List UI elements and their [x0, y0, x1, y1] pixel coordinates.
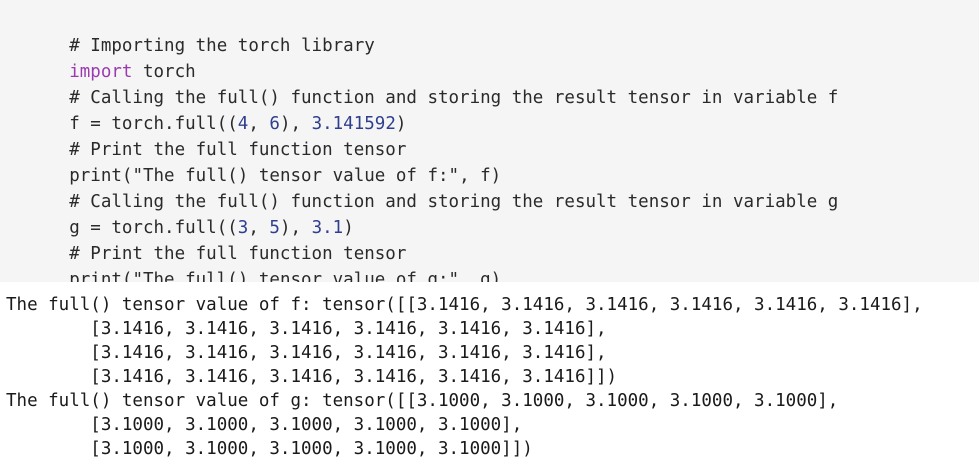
output-text: The full() tensor value of f: tensor([[3…	[6, 293, 923, 461]
code-comment: # Importing the torch library	[69, 36, 375, 56]
output-line: [3.1000, 3.1000, 3.1000, 3.1000, 3.1000]…	[6, 415, 523, 435]
code-cell[interactable]: # Importing the torch library import tor…	[0, 0, 979, 290]
code-text: , f)	[459, 166, 502, 186]
code-text: print(	[69, 166, 133, 186]
code-text: ),	[279, 114, 312, 134]
code-text: ),	[279, 218, 312, 238]
output-line: The full() tensor value of g: tensor([[3…	[6, 391, 839, 411]
code-number: 3.141592	[311, 114, 396, 134]
import-module: torch	[132, 62, 196, 82]
code-comment: # Calling the full() function and storin…	[69, 88, 839, 108]
code-text: g = torch.full((	[69, 218, 238, 238]
output-line: The full() tensor value of f: tensor([[3…	[6, 295, 923, 315]
output-line: [3.1416, 3.1416, 3.1416, 3.1416, 3.1416,…	[6, 367, 618, 387]
code-comment: # Print the full function tensor	[69, 140, 407, 160]
code-text: ,	[248, 114, 270, 134]
code-comment: # Calling the full() function and storin…	[69, 192, 839, 212]
code-number: 3	[237, 218, 249, 238]
output-line: [3.1000, 3.1000, 3.1000, 3.1000, 3.1000]…	[6, 439, 533, 459]
output-line: [3.1416, 3.1416, 3.1416, 3.1416, 3.1416,…	[6, 319, 607, 339]
output-cell: The full() tensor value of f: tensor([[3…	[0, 282, 979, 472]
code-text: )	[395, 114, 407, 134]
code-text: f = torch.full((	[69, 114, 238, 134]
code-number: 3.1	[311, 218, 344, 238]
code-number: 4	[237, 114, 249, 134]
import-keyword: import	[69, 62, 133, 82]
code-number: 5	[269, 218, 280, 238]
code-editor[interactable]: # Importing the torch library import tor…	[6, 7, 839, 290]
code-comment: # Print the full function tensor	[69, 244, 407, 264]
code-string: "The full() tensor value of f:"	[132, 166, 460, 186]
code-text: )	[343, 218, 354, 238]
code-number: 6	[269, 114, 280, 134]
code-line-comment: # Importing the torch library	[6, 7, 838, 56]
output-line: [3.1416, 3.1416, 3.1416, 3.1416, 3.1416,…	[6, 343, 607, 363]
code-text: ,	[248, 218, 270, 238]
